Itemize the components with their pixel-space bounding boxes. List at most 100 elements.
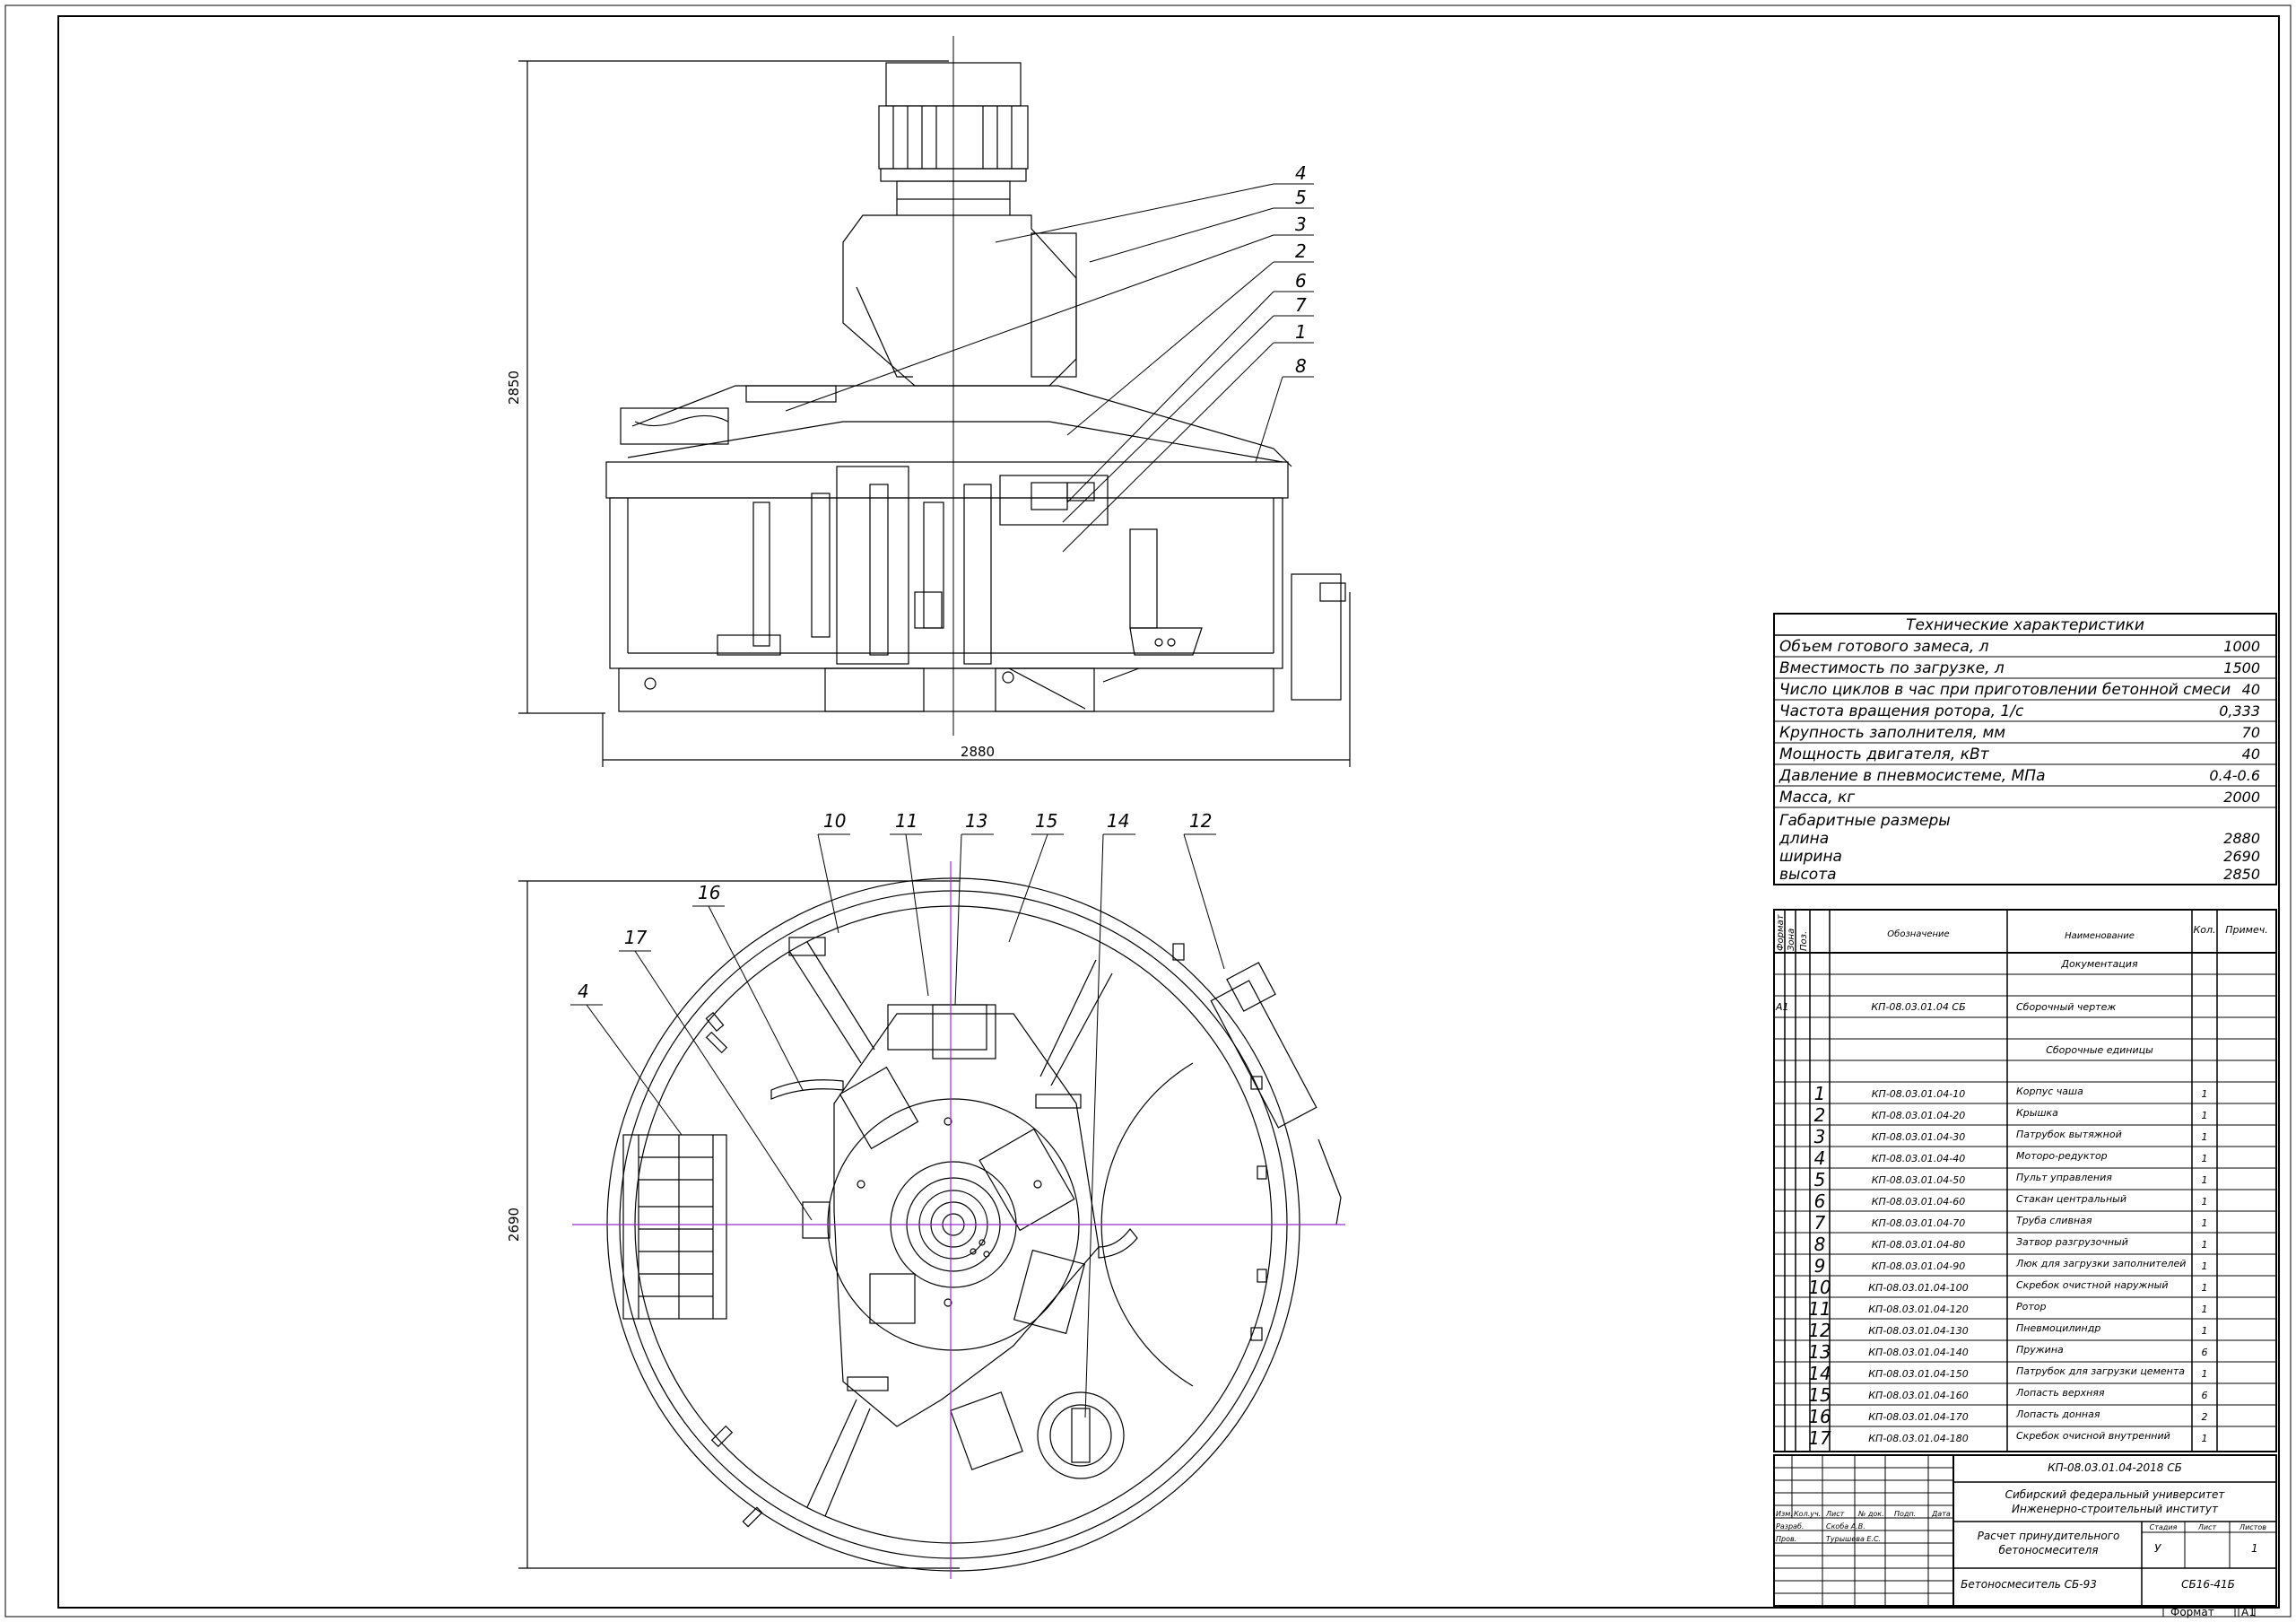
- plan-callout-10: 10: [823, 810, 846, 832]
- spec-value-6: 0.4-0.6: [2209, 767, 2260, 784]
- bom-name: Скребок очисной внутренний: [2016, 1430, 2170, 1442]
- tb-col-ndok: № док.: [1857, 1510, 1884, 1518]
- format-stamp: Формат А1: [2162, 1605, 2256, 1618]
- side-callout-7: 7: [1295, 294, 1307, 316]
- plan-callout-12: 12: [1189, 810, 1212, 832]
- bom-name: Патрубок для загрузки цемента: [2016, 1365, 2185, 1377]
- bom-section-docs: Документация: [2060, 958, 2138, 970]
- side-callout-labels: 4 5 3 2 6 7 1 8: [1295, 162, 1307, 377]
- spec-value-5: 40: [2242, 746, 2260, 763]
- bom-header-note: Примеч.: [2225, 924, 2267, 936]
- bom-designation: КП-08.03.01.04-40: [1872, 1153, 1966, 1164]
- spec-label-4: Крупность заполнителя, мм: [1779, 724, 2005, 742]
- bom-pos: 3: [1814, 1126, 1826, 1147]
- bom-pos: 11: [1808, 1298, 1831, 1320]
- bom-name: Ротор: [2016, 1301, 2047, 1312]
- bom-pos: 7: [1814, 1212, 1826, 1234]
- tb-group: СБ16-41Б: [2181, 1578, 2235, 1591]
- tb-stadia-label: Стадия: [2150, 1523, 2178, 1531]
- side-callout-6: 6: [1295, 270, 1307, 292]
- gabarit-value-2: 2850: [2223, 866, 2260, 883]
- plan-callout-13: 13: [965, 810, 987, 832]
- bom-pos: 9: [1814, 1255, 1826, 1277]
- bom-qty: 1: [2202, 1239, 2208, 1251]
- bom-designation: КП-08.03.01.04-60: [1872, 1196, 1966, 1208]
- tb-col-izm: Изм.: [1776, 1510, 1793, 1518]
- bom-designation: КП-08.03.01.04-80: [1872, 1239, 1966, 1251]
- bom-qty: 6: [2202, 1390, 2208, 1401]
- bom-designation: КП-08.03.01.04-150: [1868, 1368, 1969, 1380]
- bom-pos: 16: [1808, 1406, 1831, 1427]
- bom-name: Патрубок вытяжной: [2016, 1129, 2122, 1140]
- tb-org-line2: Инженерно-строительный институт: [2012, 1503, 2219, 1515]
- plan-callout-11: 11: [895, 810, 918, 832]
- specs-table: Технические характеристики Объем готовог…: [1773, 613, 2277, 885]
- spec-value-7: 2000: [2223, 789, 2260, 806]
- plan-callout-15: 15: [1035, 810, 1057, 832]
- bom-name: Лопасть донная: [2015, 1408, 2100, 1420]
- bom-qty: 1: [2202, 1368, 2208, 1380]
- plan-callout-17: 17: [624, 927, 648, 948]
- bom-pos: 6: [1814, 1190, 1826, 1212]
- bom-designation: КП-08.03.01.04-130: [1868, 1325, 1969, 1337]
- side-callout-leaders: [785, 183, 1314, 553]
- tb-razrab-name: Скоба А.В.: [1826, 1522, 1866, 1530]
- spec-value-1: 1500: [2223, 659, 2260, 676]
- bom-pos: 10: [1808, 1277, 1831, 1298]
- format-label: Формат: [2170, 1606, 2214, 1618]
- tb-list-label: Лист: [2197, 1523, 2217, 1531]
- tb-org-line1: Сибирский федеральный университет: [2005, 1488, 2226, 1501]
- bom-pos: 15: [1808, 1384, 1831, 1406]
- bom-header-pos: Поз.: [1799, 931, 1809, 951]
- spec-value-0: 1000: [2223, 638, 2260, 655]
- bom-qty: 2: [2202, 1411, 2208, 1423]
- spec-label-2: Число циклов в час при приготовлении бет…: [1779, 681, 2231, 699]
- bom-name: Корпус чаша: [2016, 1086, 2083, 1097]
- bom-section-units: Сборочные единицы: [2046, 1044, 2153, 1056]
- bom-doc-format: А1: [1775, 1001, 1789, 1013]
- bom-designation: КП-08.03.01.04-180: [1868, 1433, 1969, 1444]
- bom-designation: КП-08.03.01.04-100: [1868, 1282, 1969, 1294]
- bom-name: Моторо-редуктор: [2016, 1150, 2108, 1162]
- tb-work-title-2: бетоносмесителя: [1999, 1544, 2099, 1557]
- gabarit-label-1: ширина: [1779, 848, 1842, 866]
- plan-callout-14: 14: [1107, 810, 1129, 832]
- bom-name: Пульт управления: [2016, 1172, 2112, 1183]
- tb-prov-label: Пров.: [1776, 1535, 1796, 1543]
- tb-work-title-1: Расчет принудительного: [1978, 1530, 2120, 1542]
- tb-col-kolych: Кол.уч.: [1794, 1510, 1821, 1518]
- bom-header-qty: Кол.: [2193, 924, 2215, 936]
- bom-header-zone: Зона: [1787, 929, 1796, 951]
- tb-listov-label: Листов: [2239, 1523, 2266, 1531]
- dim-width-side: 2880: [961, 744, 995, 760]
- plan-callout-labels: 10 11 13 15 14 12 16 17 4: [578, 810, 1212, 1002]
- tb-razrab-label: Разраб.: [1776, 1522, 1804, 1530]
- bom-name: Скребок очистной наружный: [2016, 1279, 2169, 1291]
- bom-pos: 17: [1808, 1427, 1831, 1449]
- spec-label-0: Объем готового замеса, л: [1779, 638, 1989, 656]
- gabarit-title: Габаритные размеры: [1779, 812, 1951, 830]
- tb-col-list: Лист: [1825, 1510, 1845, 1518]
- bom-name: Стакан центральный: [2016, 1193, 2126, 1205]
- spec-value-2: 40: [2242, 681, 2260, 698]
- bom-designation: КП-08.03.01.04-50: [1872, 1174, 1966, 1186]
- tb-stadia-value: У: [2154, 1542, 2161, 1555]
- bom-qty: 1: [2202, 1196, 2208, 1208]
- bom-qty: 1: [2202, 1153, 2208, 1164]
- format-value: А1: [2241, 1606, 2256, 1618]
- bom-pos: 5: [1814, 1169, 1826, 1190]
- spec-value-4: 70: [2242, 724, 2260, 741]
- bom-pos: 12: [1808, 1320, 1831, 1341]
- spec-label-1: Вместимость по загрузке, л: [1779, 659, 2005, 677]
- bom-qty: 1: [2202, 1260, 2208, 1272]
- bom-header-designation: Обозначение: [1887, 929, 1949, 939]
- bom-designation: КП-08.03.01.04-70: [1872, 1217, 1966, 1229]
- side-callout-2: 2: [1295, 240, 1307, 262]
- bom-header-format: Формат: [1776, 913, 1786, 951]
- gabarit-value-0: 2880: [2223, 830, 2260, 847]
- bom-pos: 1: [1814, 1083, 1826, 1104]
- bom-designation: КП-08.03.01.04-20: [1872, 1110, 1966, 1121]
- bom-doc-name: Сборочный чертеж: [2016, 1001, 2116, 1013]
- bom-pos: 13: [1808, 1341, 1831, 1363]
- bom-designation: КП-08.03.01.04-160: [1868, 1390, 1969, 1401]
